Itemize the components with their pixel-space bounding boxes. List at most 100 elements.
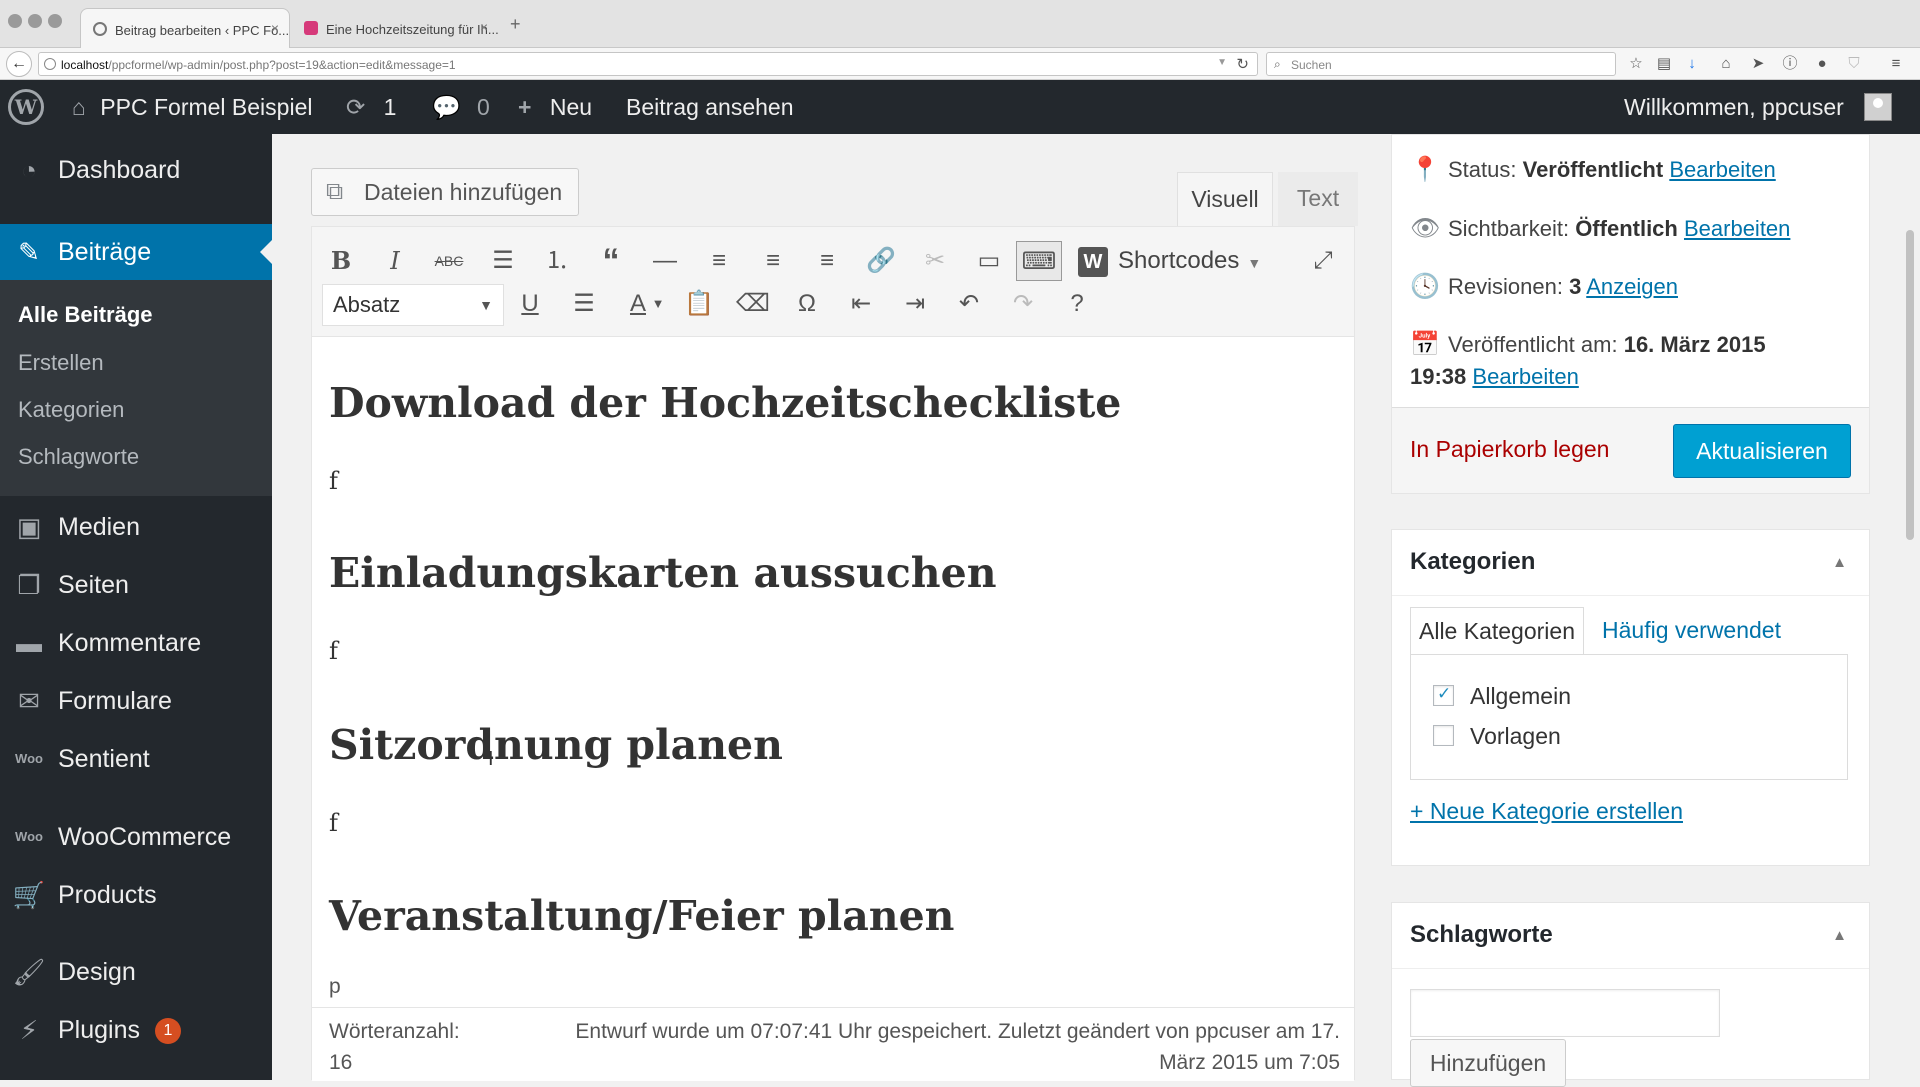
submenu-all-posts[interactable]: Alle Beiträge — [18, 302, 153, 328]
text-color-dropdown-icon[interactable]: ▼ — [648, 284, 668, 324]
category-item-vorlagen[interactable]: Vorlagen — [1433, 723, 1561, 750]
edit-visibility-link[interactable]: Bearbeiten — [1684, 216, 1790, 241]
outdent-icon[interactable]: ⇤ — [840, 284, 882, 324]
sidebar-item-plugins[interactable]: ⚡ Plugins 1 — [0, 1002, 272, 1058]
content-heading[interactable]: Einladungskarten aussuchen — [329, 549, 997, 597]
collapse-arrow-icon[interactable]: ▲ — [1832, 927, 1847, 944]
view-post-link[interactable]: Beitrag ansehen — [626, 80, 794, 134]
edit-status-link[interactable]: Bearbeiten — [1669, 157, 1775, 182]
numbered-list-icon[interactable]: ⒈ — [536, 241, 578, 281]
paragraph-format-select[interactable]: Absatz ▼ — [322, 284, 504, 326]
browser-tab-edit-post[interactable]: Beitrag bearbeiten ‹ PPC Fo... × — [80, 8, 290, 48]
sidebar-item-media[interactable]: ▣ Medien — [0, 499, 272, 555]
sidebar-item-forms[interactable]: ✉ Formulare — [0, 673, 272, 729]
show-revisions-link[interactable]: Anzeigen — [1586, 274, 1678, 299]
reading-list-icon[interactable]: ▤ — [1654, 54, 1674, 74]
paste-as-text-icon[interactable]: 📋 — [678, 284, 720, 324]
updates-link[interactable]: ⟳ 1 — [346, 80, 396, 134]
hamburger-menu-icon[interactable]: ≡ — [1886, 54, 1906, 74]
page-scrollbar[interactable] — [1906, 230, 1914, 540]
submenu-new-post[interactable]: Erstellen — [18, 350, 104, 376]
url-bar[interactable]: localhost/ppcformel/wp-admin/post.php?po… — [38, 52, 1258, 76]
tab-popular-categories[interactable]: Häufig verwendet — [1602, 617, 1781, 644]
submenu-tags[interactable]: Schlagworte — [18, 444, 139, 470]
italic-icon[interactable]: I — [374, 241, 416, 281]
sidebar-item-sentient[interactable]: Woo Sentient — [0, 731, 272, 787]
send-icon[interactable]: ➤ — [1748, 54, 1768, 74]
comments-link[interactable]: 💬 0 — [432, 80, 490, 134]
reload-icon[interactable]: ↻ — [1236, 55, 1249, 73]
wordpress-logo-icon[interactable]: W — [8, 89, 44, 125]
window-zoom-dot[interactable] — [48, 14, 62, 28]
back-arrow-icon[interactable]: ← — [6, 51, 32, 77]
editor-content-area[interactable]: Download der Hochzeitscheckliste f Einla… — [312, 337, 1354, 977]
move-to-trash-link[interactable]: In Papierkorb legen — [1410, 436, 1609, 463]
chat-icon[interactable]: ● — [1812, 54, 1832, 74]
sidebar-item-products[interactable]: 🛒 Products — [0, 867, 272, 923]
close-tab-icon[interactable]: × — [480, 19, 488, 35]
bold-icon[interactable]: B — [320, 241, 362, 281]
collapse-arrow-icon[interactable]: ▲ — [1832, 554, 1847, 571]
special-character-icon[interactable]: Ω — [786, 284, 828, 324]
close-tab-icon[interactable]: × — [271, 20, 279, 36]
edit-date-link[interactable]: Bearbeiten — [1472, 364, 1578, 389]
redo-icon[interactable]: ↷ — [1002, 284, 1044, 324]
tab-text[interactable]: Text — [1278, 172, 1358, 226]
underline-icon[interactable]: U — [509, 284, 551, 324]
add-media-button[interactable]: ⧉ Dateien hinzufügen — [311, 168, 579, 216]
sidebar-item-posts[interactable]: ✎ Beiträge — [0, 224, 272, 280]
tag-input[interactable] — [1410, 989, 1720, 1037]
justify-icon[interactable]: ☰ — [563, 284, 605, 324]
sidebar-item-pages[interactable]: ❐ Seiten — [0, 557, 272, 613]
content-heading[interactable]: Sitzordnung planen — [329, 721, 783, 769]
avatar[interactable] — [1864, 93, 1892, 121]
sidebar-item-woocommerce[interactable]: Woo WooCommerce — [0, 809, 272, 865]
category-checkbox[interactable] — [1433, 725, 1454, 747]
sidebar-item-design[interactable]: 🖌 Design — [0, 944, 272, 1000]
content-paragraph[interactable]: f — [329, 467, 338, 495]
align-left-icon[interactable]: ≡ — [698, 241, 740, 281]
window-minimize-dot[interactable] — [28, 14, 42, 28]
new-content-link[interactable]: + Neu — [518, 80, 592, 134]
align-center-icon[interactable]: ≡ — [752, 241, 794, 281]
align-right-icon[interactable]: ≡ — [806, 241, 848, 281]
browser-tab-wedding-newspaper[interactable]: Eine Hochzeitszeitung für Ih... × — [292, 8, 498, 48]
shield-icon[interactable]: ⛉ — [1844, 54, 1864, 74]
clear-formatting-icon[interactable]: ⌫ — [732, 284, 774, 324]
horizontal-line-icon[interactable]: — — [644, 241, 686, 281]
read-more-icon[interactable]: ▭ — [968, 241, 1010, 281]
bullet-list-icon[interactable]: ☰ — [482, 241, 524, 281]
info-icon[interactable]: ⓘ — [1780, 54, 1800, 74]
content-paragraph[interactable]: f — [329, 809, 338, 837]
indent-icon[interactable]: ⇥ — [894, 284, 936, 324]
blockquote-icon[interactable]: “ — [590, 241, 632, 281]
unlink-icon[interactable]: ✂ — [914, 241, 956, 281]
toolbar-toggle-icon[interactable]: ⌨ — [1016, 241, 1062, 281]
site-name-link[interactable]: ⌂ PPC Formel Beispiel — [72, 80, 312, 134]
category-item-allgemein[interactable]: Allgemein — [1433, 683, 1571, 710]
insert-link-icon[interactable]: 🔗 — [860, 241, 902, 281]
content-paragraph[interactable]: f — [329, 637, 338, 665]
bookmark-star-icon[interactable]: ☆ — [1626, 54, 1646, 74]
download-icon[interactable]: ↓ — [1682, 54, 1702, 74]
update-button[interactable]: Aktualisieren — [1673, 424, 1851, 478]
tab-visual[interactable]: Visuell — [1177, 172, 1273, 226]
new-tab-icon[interactable]: + — [510, 14, 521, 35]
help-icon[interactable]: ? — [1056, 284, 1098, 324]
content-heading[interactable]: Download der Hochzeitscheckliste — [329, 379, 1121, 427]
fullscreen-icon[interactable]: ⤢ — [1302, 241, 1344, 281]
undo-icon[interactable]: ↶ — [948, 284, 990, 324]
shortcodes-dropdown[interactable]: W Shortcodes ▼ — [1078, 241, 1261, 281]
content-heading[interactable]: Veranstaltung/Feier planen — [329, 892, 954, 940]
welcome-user-link[interactable]: Willkommen, ppcuser — [1624, 80, 1844, 134]
browser-search-input[interactable]: ⌕ Suchen — [1266, 52, 1616, 76]
sidebar-item-comments[interactable]: ▬ Kommentare — [0, 615, 272, 671]
url-dropdown-icon[interactable]: ▼ — [1217, 57, 1227, 68]
submenu-categories[interactable]: Kategorien — [18, 397, 124, 423]
strikethrough-icon[interactable]: ABC — [428, 241, 470, 281]
window-close-dot[interactable] — [8, 14, 22, 28]
sidebar-item-dashboard[interactable]: ◔ Dashboard — [0, 142, 272, 198]
tab-all-categories[interactable]: Alle Kategorien — [1410, 607, 1584, 655]
add-new-category-link[interactable]: + Neue Kategorie erstellen — [1410, 798, 1683, 825]
category-checkbox[interactable] — [1433, 684, 1454, 707]
